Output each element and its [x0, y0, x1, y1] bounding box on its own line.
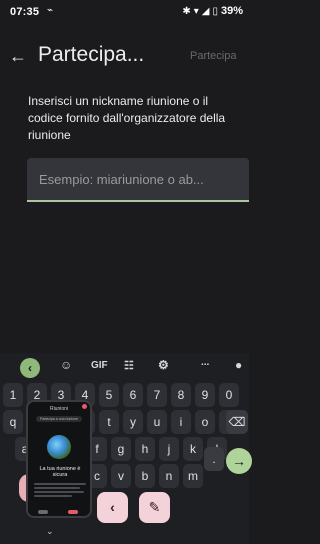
key[interactable]: 6: [123, 383, 143, 407]
more-button[interactable]: ...: [201, 357, 209, 368]
backspace-icon[interactable]: ⌫: [226, 410, 248, 434]
gear-icon[interactable]: ⚙: [158, 358, 169, 372]
period-key[interactable]: .: [204, 447, 224, 471]
chevron-down-icon[interactable]: ⌄: [46, 526, 54, 537]
status-time: 07:35: [10, 6, 40, 18]
key[interactable]: q: [3, 410, 23, 434]
key[interactable]: m: [183, 464, 203, 488]
key[interactable]: k: [183, 437, 203, 461]
thumbnail-tab: Partecipa a una riunione: [36, 416, 82, 422]
key[interactable]: v: [111, 464, 131, 488]
thumbnail-bottom-bar: [28, 508, 90, 516]
thumbnail-title: La tua riunione è sicura: [39, 466, 81, 478]
key[interactable]: 5: [99, 383, 119, 407]
bluetooth-icon: ✱: [182, 5, 191, 17]
join-button[interactable]: Partecipa: [190, 50, 250, 62]
key[interactable]: y: [123, 410, 143, 434]
battery-percent: 39%: [220, 5, 243, 17]
input-placeholder: Esempio: miariunione o ab...: [39, 172, 204, 187]
key[interactable]: 0: [219, 383, 239, 407]
key[interactable]: 8: [171, 383, 191, 407]
arrow-left-icon[interactable]: ←: [8, 46, 28, 66]
key[interactable]: b: [135, 464, 155, 488]
arrow-right-icon[interactable]: →: [226, 448, 252, 474]
keyboard-toolbar: ‹ ☺ GIF ☷ ⚙ ... ●: [0, 353, 249, 383]
key[interactable]: 9: [195, 383, 215, 407]
share-icon[interactable]: ‹: [97, 492, 128, 523]
key[interactable]: i: [171, 410, 191, 434]
cast-icon: ⌁: [47, 5, 54, 16]
wifi-icon: ▾: [193, 5, 199, 17]
mic-icon[interactable]: ●: [235, 358, 242, 372]
page-title: Partecipa...: [38, 43, 145, 66]
key[interactable]: n: [159, 464, 179, 488]
thumbnail-dot: [82, 404, 87, 409]
key[interactable]: 1: [3, 383, 23, 407]
key[interactable]: h: [135, 437, 155, 461]
status-bar: 07:35 ⌁ ✱ ▾ ◢ ▯ 39%: [0, 0, 249, 22]
secure-meeting-illustration: [47, 435, 71, 459]
key[interactable]: j: [159, 437, 179, 461]
key[interactable]: 7: [147, 383, 167, 407]
key[interactable]: u: [147, 410, 167, 434]
key[interactable]: g: [111, 437, 131, 461]
key[interactable]: o: [195, 410, 215, 434]
battery-icon: ▯: [212, 5, 218, 17]
gif-button[interactable]: GIF: [91, 360, 108, 371]
emoji-icon[interactable]: ☺: [60, 358, 72, 372]
pencil-icon[interactable]: ✎: [139, 492, 170, 523]
instructions-text: Inserisci un nickname riunione o il codi…: [28, 94, 226, 142]
app-bar: ← Partecipa... Partecipa: [0, 38, 249, 74]
chevron-left-icon[interactable]: ‹: [20, 358, 40, 378]
thumbnail-body: [34, 481, 86, 501]
signal-icon: ◢: [201, 5, 210, 17]
status-icons: ✱ ▾ ◢ ▯ 39%: [182, 5, 243, 17]
translate-icon[interactable]: ☷: [124, 359, 134, 372]
key[interactable]: t: [99, 410, 119, 434]
meeting-code-input[interactable]: Esempio: miariunione o ab...: [27, 158, 249, 202]
screenshot-thumbnail[interactable]: Riunioni Partecipa a una riunione La tua…: [26, 400, 92, 518]
thumbnail-header: Riunioni: [49, 406, 69, 412]
